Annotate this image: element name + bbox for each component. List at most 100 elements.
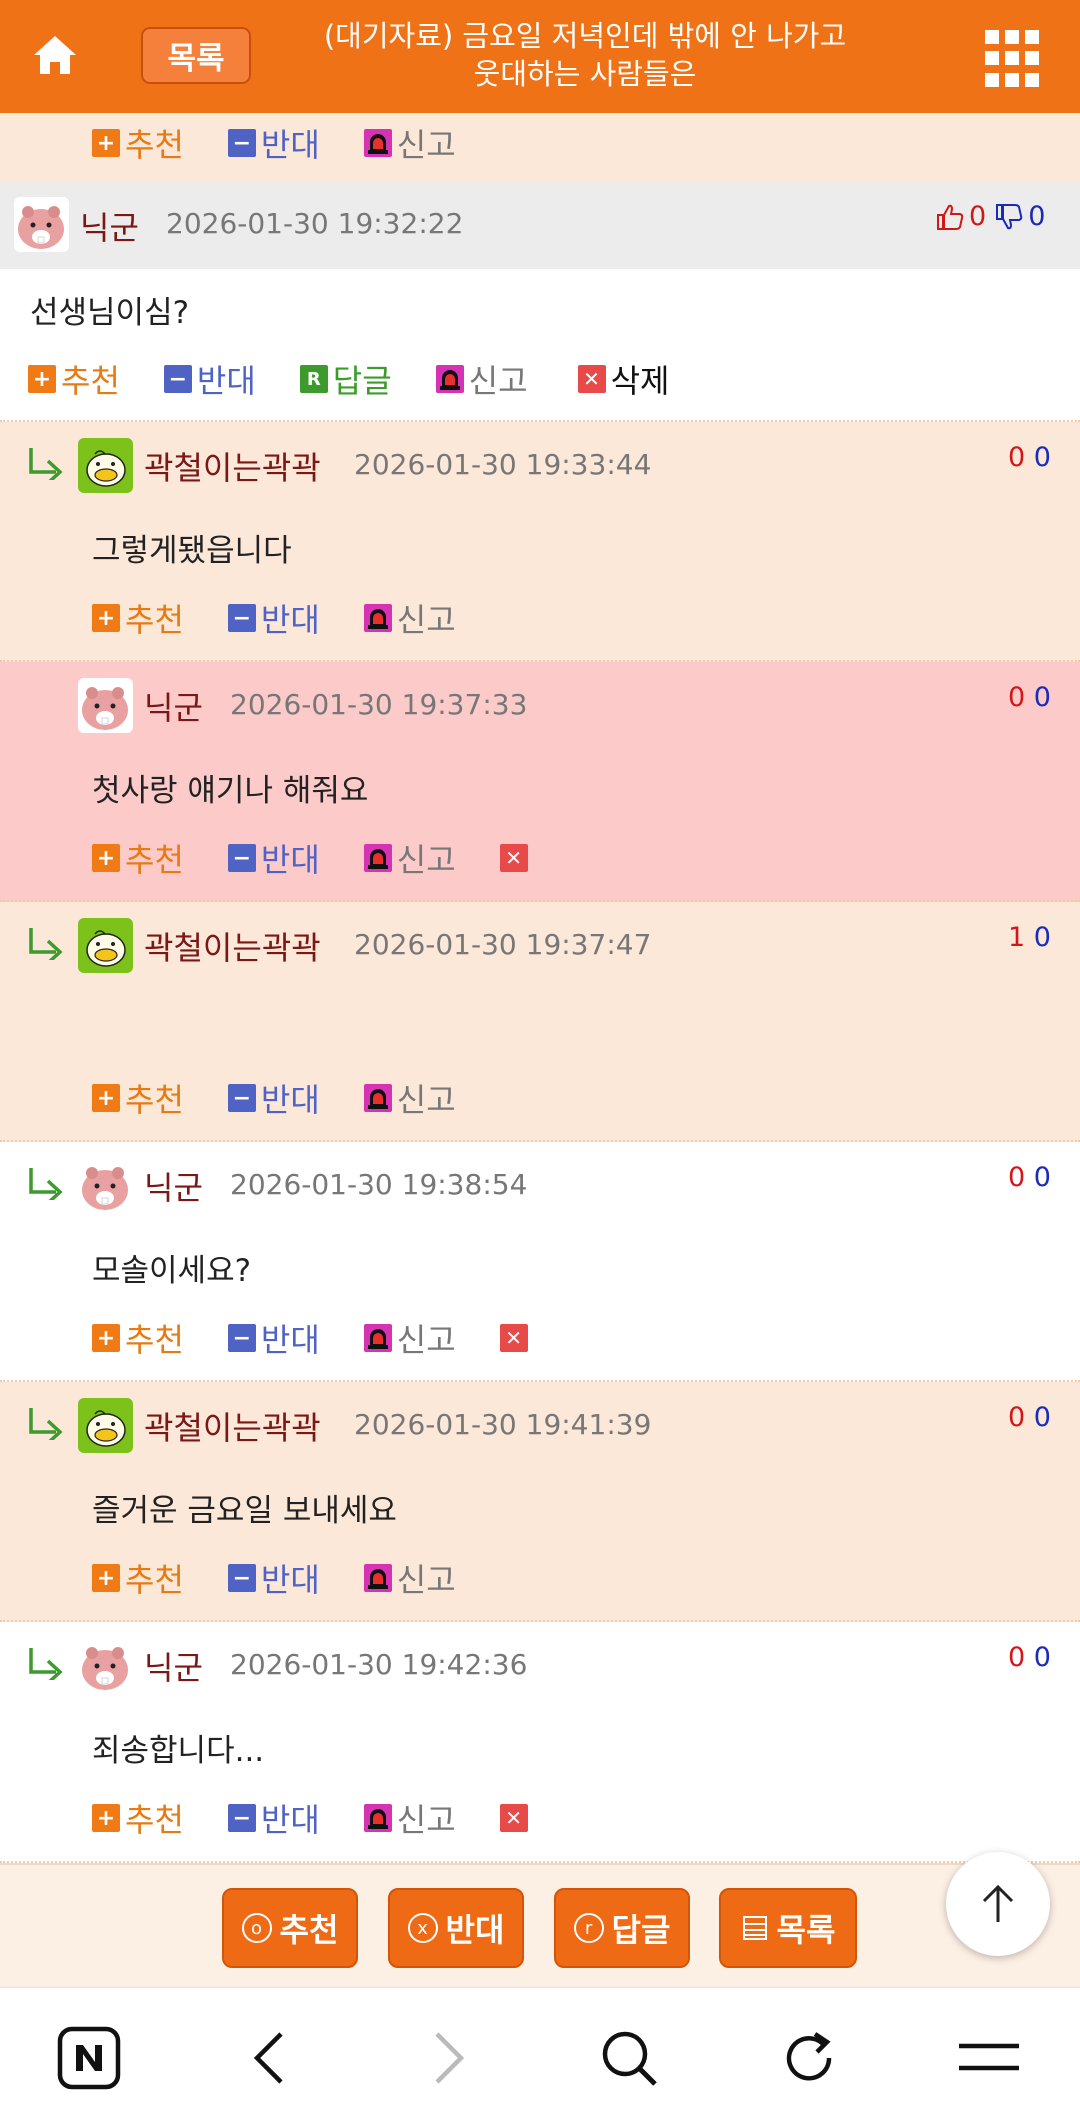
comment-date: 2026-01-30 19:42:36 bbox=[230, 1648, 528, 1681]
comment-date: 2026-01-30 19:38:54 bbox=[230, 1168, 528, 1201]
page-title-line2: 웃대하는 사람들은 bbox=[473, 57, 697, 91]
recommend-button[interactable]: + 추천 bbox=[92, 835, 184, 881]
delete-button[interactable]: ✕ bbox=[499, 844, 533, 872]
comment-text: 즐거운 금요일 보내세요 bbox=[92, 1493, 397, 1529]
comment-reply: 닉군 2026-01-30 19:37:33 0 0 첫사랑 얘기나 해줘요 +… bbox=[0, 662, 1080, 902]
vote-down-count: 0 bbox=[1028, 201, 1046, 232]
vote-down-count: 0 bbox=[1033, 442, 1051, 473]
close-icon: ✕ bbox=[499, 844, 528, 872]
reply-r-icon: R bbox=[299, 365, 328, 393]
delete-button[interactable]: ✕ bbox=[499, 1804, 533, 1832]
oppose-button[interactable]: − 반대 bbox=[227, 1315, 320, 1361]
comment-reply: 닉군 2026-01-30 19:38:54 0 0 모솔이세요? + 추천 − 반… bbox=[0, 1142, 1080, 1382]
oppose-button[interactable]: − 반대 bbox=[227, 120, 320, 166]
grid-menu-icon[interactable] bbox=[985, 30, 1043, 88]
vote-counts: 1 0 bbox=[1008, 922, 1051, 953]
report-button[interactable]: 신고 bbox=[363, 120, 456, 166]
recommend-button[interactable]: + 추천 bbox=[92, 595, 184, 641]
report-button[interactable]: 신고 bbox=[363, 835, 456, 881]
scroll-to-top-button[interactable] bbox=[946, 1852, 1050, 1956]
vote-down-count: 0 bbox=[1033, 1402, 1051, 1433]
recommend-button[interactable]: + 추천 bbox=[92, 120, 184, 166]
oppose-button[interactable]: − 반대 bbox=[227, 835, 320, 881]
browser-nav-bar bbox=[0, 1987, 1080, 2125]
comment-actions-partial: + 추천 − 반대 신고 bbox=[0, 113, 1080, 181]
oppose-button[interactable]: − 반대 bbox=[227, 1555, 320, 1601]
vote-down-count: 0 bbox=[1033, 682, 1051, 713]
page-title[interactable]: (대기자료) 금요일 저녁인데 밖에 안 나가고 웃대하는 사람들은 bbox=[290, 17, 880, 93]
comment-reply: 곽철이는곽곽 2026-01-30 19:41:39 0 0 즐거운 금요일 보… bbox=[0, 1382, 1080, 1622]
oppose-button[interactable]: − 반대 bbox=[163, 356, 256, 402]
report-button[interactable]: 신고 bbox=[363, 1555, 456, 1601]
forward-icon[interactable] bbox=[414, 2023, 484, 2093]
avatar bbox=[14, 197, 69, 252]
report-button[interactable]: 신고 bbox=[363, 1315, 456, 1361]
arrow-up-icon bbox=[982, 1884, 1014, 1922]
recommend-button[interactable]: + 추천 bbox=[92, 1555, 184, 1601]
comment-body: 선생님이심? + 추천 − 반대 R 답글 신고 ✕ 삭제 bbox=[0, 269, 1080, 422]
x-circle-icon: x bbox=[407, 1913, 438, 1943]
search-icon[interactable] bbox=[594, 2023, 664, 2093]
vote-down-count: 0 bbox=[1033, 922, 1051, 953]
comment-text: 모솔이세요? bbox=[92, 1253, 252, 1289]
vote-counts: 0 0 bbox=[1008, 682, 1051, 713]
menu-icon[interactable] bbox=[954, 2023, 1024, 2093]
vote-down-count: 0 bbox=[1033, 1162, 1051, 1193]
delete-button[interactable]: ✕ 삭제 bbox=[577, 356, 669, 402]
minus-icon: − bbox=[227, 604, 256, 632]
close-icon: ✕ bbox=[577, 365, 606, 393]
oppose-button[interactable]: − 반대 bbox=[227, 1075, 320, 1121]
comment-text: 선생님이심? bbox=[30, 295, 190, 331]
bottom-action-bar: o 추천 x 반대 r 답글 목록 bbox=[0, 1863, 1080, 1987]
comment-author[interactable]: 닉군 bbox=[144, 1643, 203, 1689]
naver-home-icon[interactable] bbox=[54, 2023, 124, 2093]
recommend-button[interactable]: + 추천 bbox=[28, 356, 120, 402]
vote-up-count: 0 bbox=[1008, 1402, 1026, 1433]
minus-icon: − bbox=[227, 129, 256, 157]
bottom-recommend-button[interactable]: o 추천 bbox=[222, 1888, 358, 1968]
comment-date: 2026-01-30 19:37:33 bbox=[230, 688, 528, 721]
plus-icon: + bbox=[92, 844, 120, 872]
comment-author[interactable]: 닉군 bbox=[80, 203, 139, 249]
minus-icon: − bbox=[227, 844, 256, 872]
list-button[interactable]: 목록 bbox=[141, 27, 251, 84]
reply-button[interactable]: R 답글 bbox=[299, 356, 392, 402]
report-button[interactable]: 신고 bbox=[363, 1795, 456, 1841]
comment-author[interactable]: 곽철이는곽곽 bbox=[144, 1403, 321, 1449]
reload-icon[interactable] bbox=[774, 2023, 844, 2093]
comment-author[interactable]: 닉군 bbox=[144, 1163, 203, 1209]
comment-author[interactable]: 곽철이는곽곽 bbox=[144, 923, 321, 969]
siren-icon bbox=[435, 365, 464, 393]
minus-icon: − bbox=[227, 1804, 256, 1832]
delete-button[interactable]: ✕ bbox=[499, 1324, 533, 1352]
bottom-list-button[interactable]: 목록 bbox=[719, 1888, 857, 1968]
comment-header: 닉군 2026-01-30 19:32:22 0 0 bbox=[0, 181, 1080, 269]
recommend-button[interactable]: + 추천 bbox=[92, 1795, 184, 1841]
oppose-button[interactable]: − 반대 bbox=[227, 595, 320, 641]
thumbs-up-icon bbox=[937, 204, 964, 230]
o-circle-icon: o bbox=[241, 1913, 272, 1943]
avatar bbox=[78, 918, 133, 973]
siren-icon bbox=[363, 129, 392, 157]
recommend-button[interactable]: + 추천 bbox=[92, 1315, 184, 1361]
report-button[interactable]: 신고 bbox=[363, 1075, 456, 1121]
minus-icon: − bbox=[163, 365, 192, 393]
home-icon[interactable] bbox=[30, 30, 80, 80]
close-icon: ✕ bbox=[499, 1804, 528, 1832]
comment-author[interactable]: 곽철이는곽곽 bbox=[144, 443, 321, 489]
list-icon bbox=[742, 1916, 767, 1940]
comment-reply: 곽철이는곽곽 2026-01-30 19:33:44 0 0 그렇게됐읍니다 +… bbox=[0, 422, 1080, 662]
report-button[interactable]: 신고 bbox=[363, 595, 456, 641]
top-header: 목록 (대기자료) 금요일 저녁인데 밖에 안 나가고 웃대하는 사람들은 bbox=[0, 0, 1080, 113]
siren-icon bbox=[363, 1084, 392, 1112]
bottom-oppose-button[interactable]: x 반대 bbox=[388, 1888, 524, 1968]
recommend-button[interactable]: + 추천 bbox=[92, 1075, 184, 1121]
report-button[interactable]: 신고 bbox=[435, 356, 528, 402]
bottom-reply-button[interactable]: r 답글 bbox=[554, 1888, 690, 1968]
vote-up-count: 0 bbox=[1008, 1642, 1026, 1673]
oppose-button[interactable]: − 반대 bbox=[227, 1795, 320, 1841]
reply-arrow-icon bbox=[29, 1166, 62, 1200]
comment-author[interactable]: 닉군 bbox=[144, 683, 203, 729]
plus-icon: + bbox=[92, 1084, 120, 1112]
back-icon[interactable] bbox=[234, 2023, 304, 2093]
